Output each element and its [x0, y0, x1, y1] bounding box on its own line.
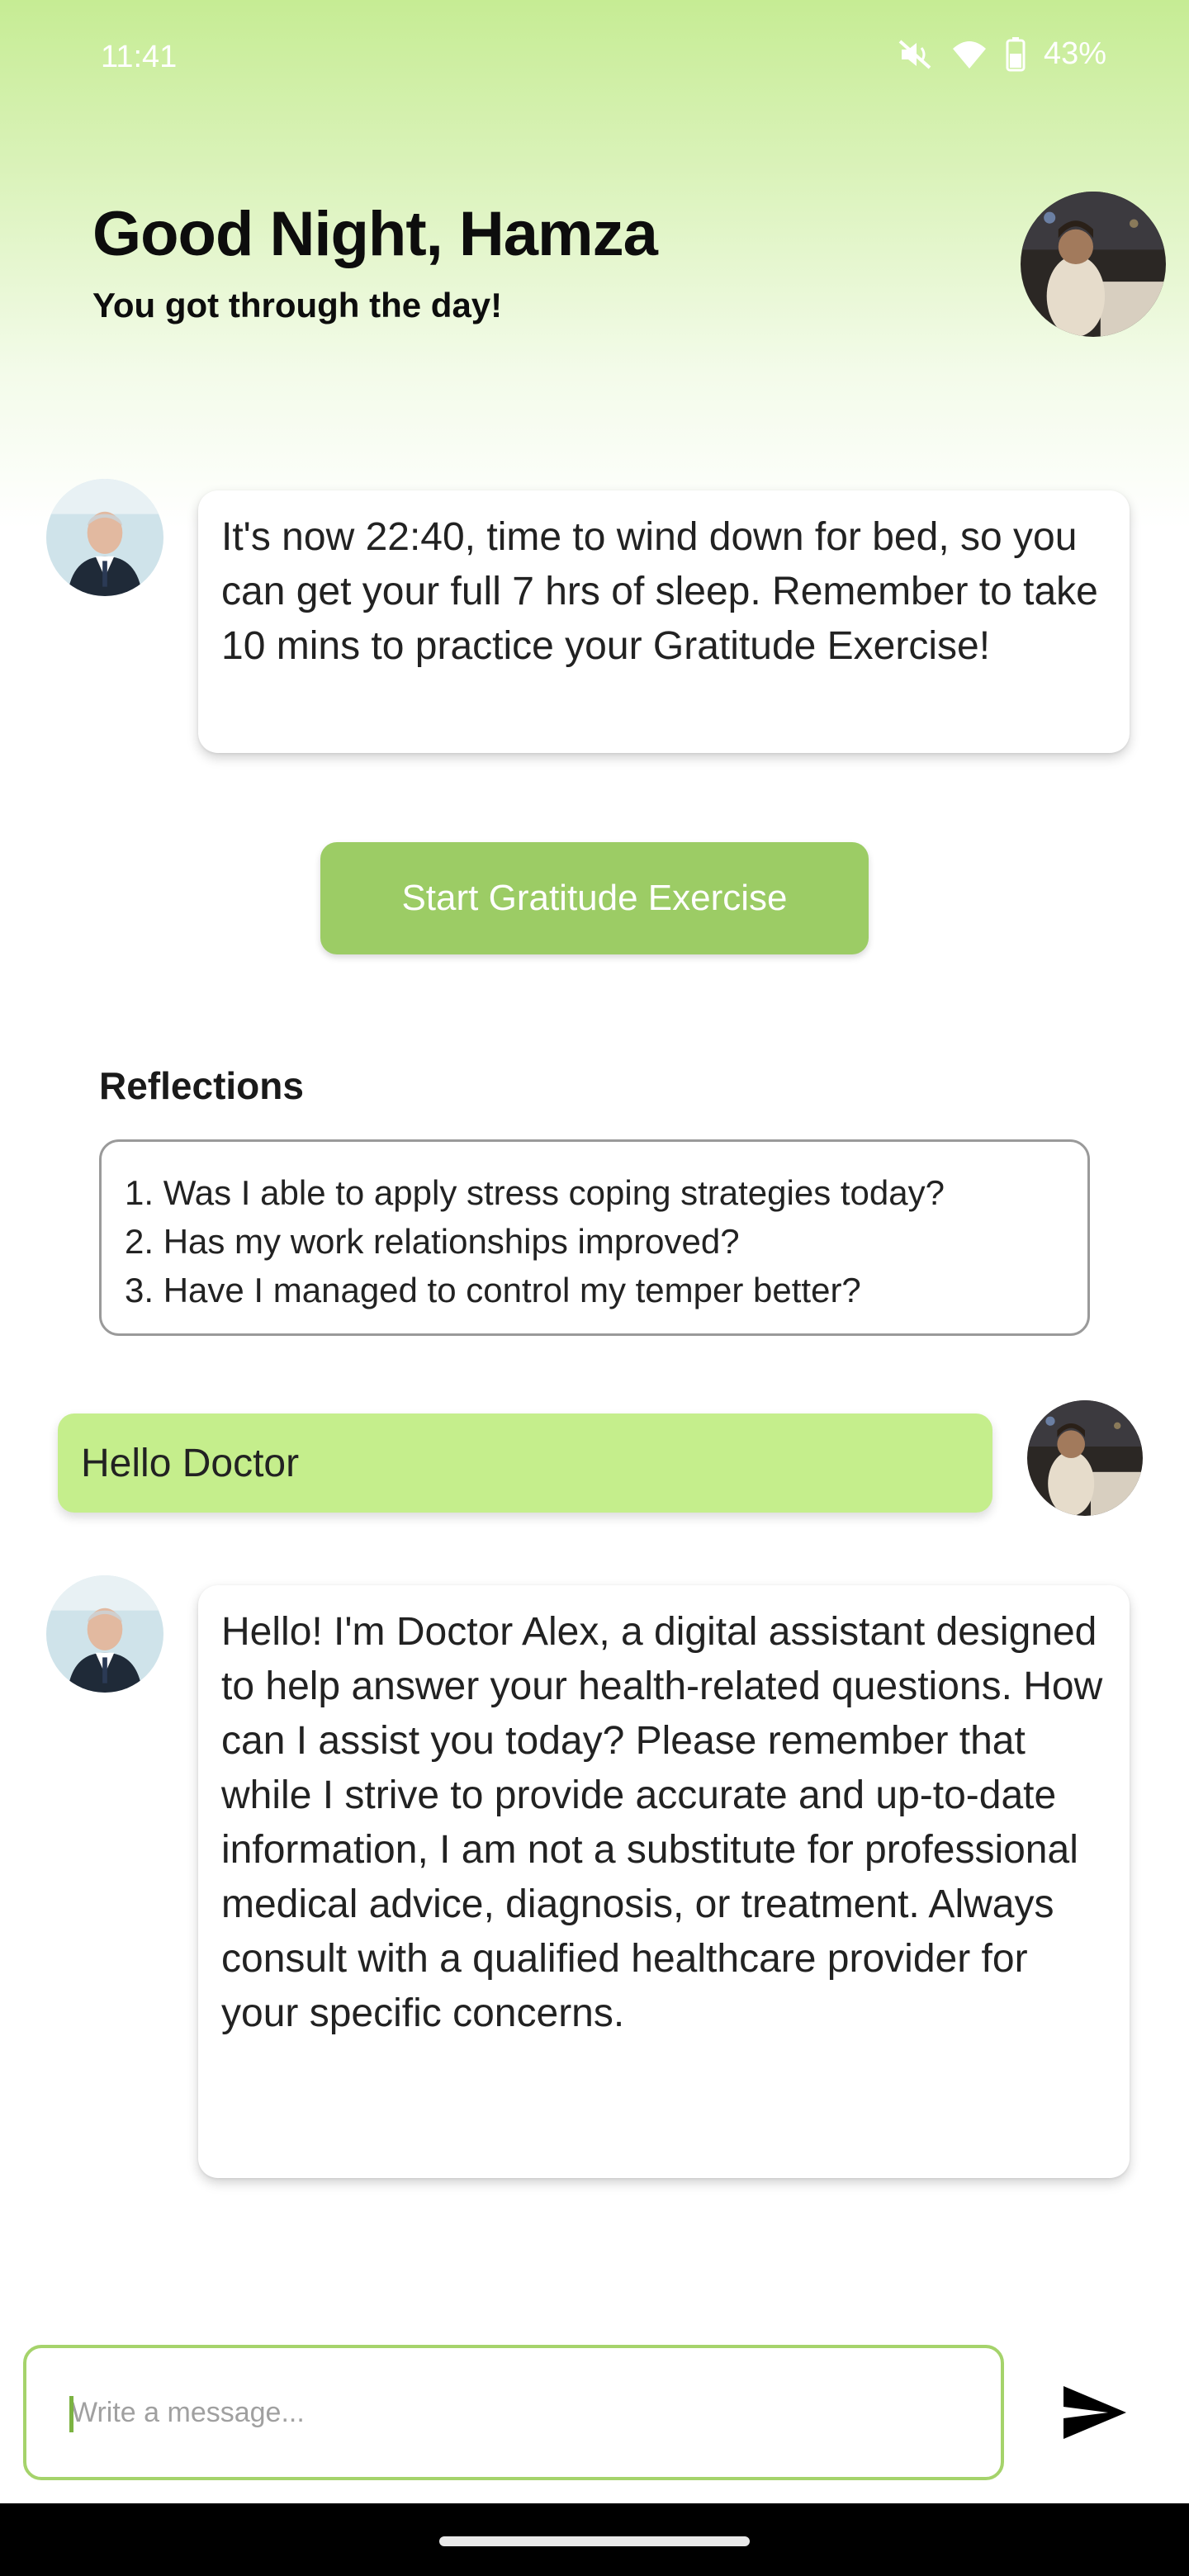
greeting-title: Good Night, Hamza [92, 199, 658, 269]
doctor-photo [46, 479, 163, 596]
message-input[interactable] [69, 2395, 964, 2430]
reflection-item: 1. Was I able to apply stress coping str… [125, 1173, 945, 1212]
bot-message-text: It's now 22:40, time to wind down for be… [221, 515, 1098, 668]
reflections-list: 1. Was I able to apply stress coping str… [99, 1139, 1090, 1336]
user-avatar-small [1027, 1400, 1143, 1516]
bot-message-bubble: It's now 22:40, time to wind down for be… [198, 490, 1130, 753]
home-indicator[interactable] [439, 2536, 750, 2546]
text-cursor [69, 2396, 73, 2432]
reflection-item: 3. Have I managed to control my temper b… [125, 1271, 861, 1309]
user-avatar[interactable] [1021, 192, 1166, 337]
battery-percentage: 43% [1043, 36, 1106, 71]
reflection-item: 2. Has my work relationships improved? [125, 1222, 740, 1261]
mute-icon [897, 38, 933, 71]
status-icons: 43% [897, 36, 1106, 72]
user-photo [1021, 192, 1166, 337]
message-composer [23, 2345, 1004, 2480]
send-icon [1063, 2386, 1126, 2439]
user-photo [1027, 1400, 1143, 1516]
start-gratitude-exercise-button[interactable]: Start Gratitude Exercise [320, 842, 869, 954]
doctor-avatar [46, 479, 163, 596]
battery-icon [1006, 36, 1026, 72]
user-message-bubble: Hello Doctor [58, 1413, 992, 1513]
bot-message-text: Hello! I'm Doctor Alex, a digital assist… [221, 1610, 1103, 2035]
user-message-text: Hello Doctor [81, 1441, 300, 1485]
reflections-title: Reflections [99, 1064, 304, 1107]
status-time: 11:41 [101, 40, 178, 74]
doctor-avatar [46, 1575, 163, 1693]
send-button[interactable] [1060, 2378, 1130, 2447]
status-bar: 11:41 43% [0, 0, 1189, 116]
greeting-subtitle: You got through the day! [92, 286, 503, 324]
doctor-photo [46, 1575, 163, 1693]
wifi-icon [951, 39, 988, 70]
bot-message-bubble: Hello! I'm Doctor Alex, a digital assist… [198, 1585, 1130, 2178]
